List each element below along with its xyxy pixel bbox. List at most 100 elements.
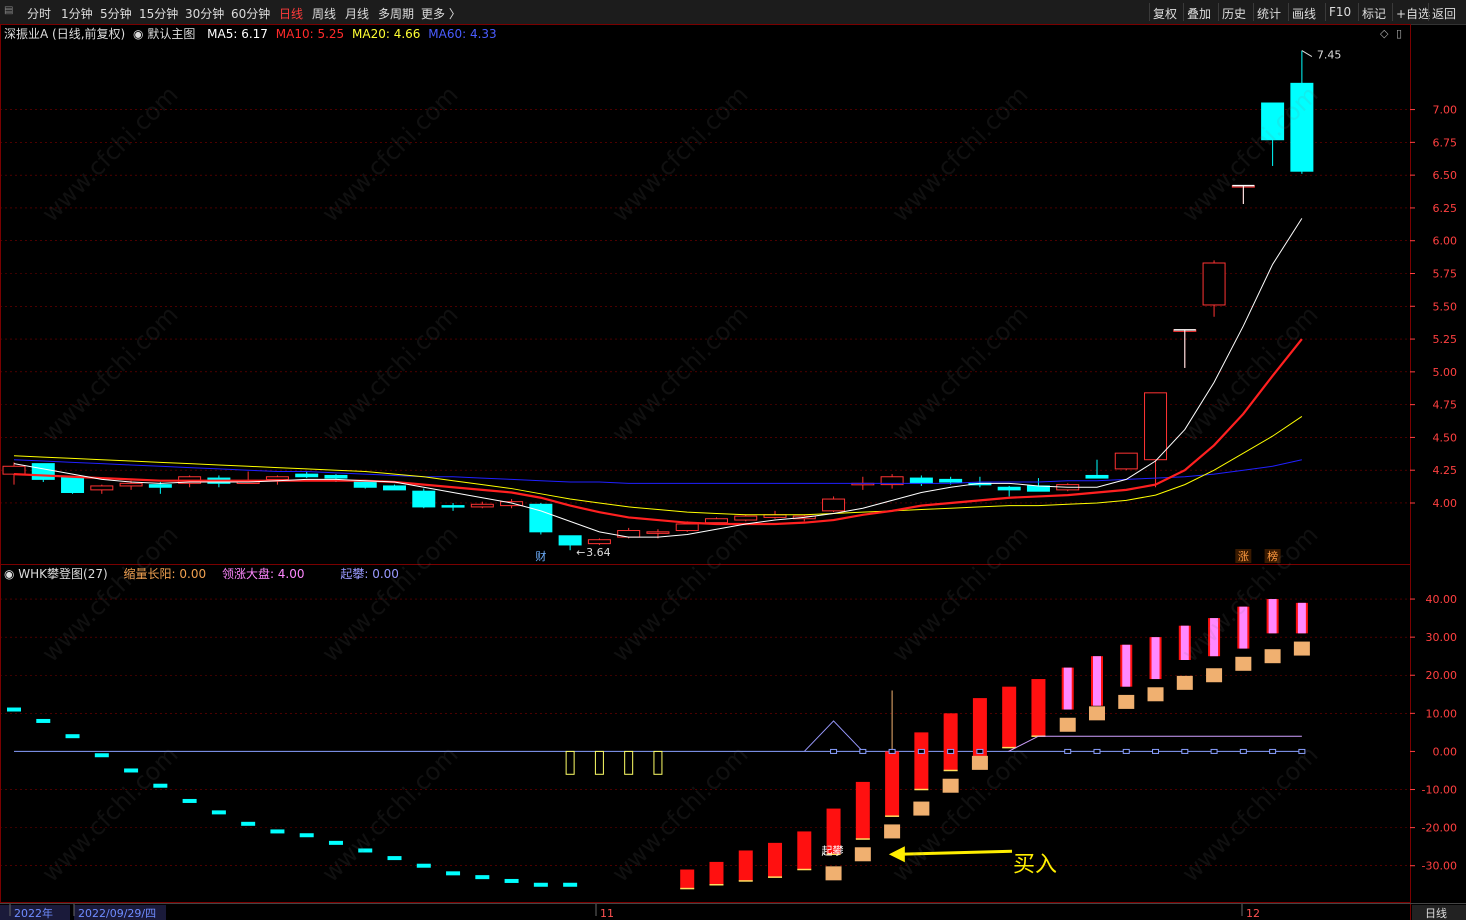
candle-body xyxy=(704,518,728,524)
price-tick-label: 5.25 xyxy=(1433,333,1458,346)
period-label: 日线 xyxy=(1425,906,1447,920)
orange-block xyxy=(1059,717,1076,732)
yellow-box xyxy=(624,750,634,775)
candle-body xyxy=(412,490,436,508)
price-tick-label: 6.50 xyxy=(1433,169,1458,182)
pink-bar xyxy=(1210,618,1219,657)
yellow-box xyxy=(594,750,604,775)
cyan-dash xyxy=(387,856,402,861)
zero-square xyxy=(917,748,925,754)
candle xyxy=(61,476,85,494)
zero-square xyxy=(947,748,955,754)
cyan-dash xyxy=(153,783,168,788)
yellow-box xyxy=(565,750,575,775)
red-bar xyxy=(1031,679,1046,737)
indicator-tick-label: 10.00 xyxy=(1426,707,1458,720)
low-label: 3.64 xyxy=(586,546,611,559)
pink-bar xyxy=(1297,602,1306,634)
candle-body xyxy=(31,463,55,480)
candle-body xyxy=(1144,392,1168,461)
candle xyxy=(441,502,465,511)
date-label: 2022年 xyxy=(14,906,53,920)
price-tick-label: 5.00 xyxy=(1433,366,1458,379)
cyan-dash xyxy=(65,734,80,739)
indicator-tick-label: -30.00 xyxy=(1422,860,1457,873)
candle-body xyxy=(324,474,348,479)
cyan-dash xyxy=(211,810,226,815)
orange-block xyxy=(1293,641,1310,656)
ma5-line xyxy=(13,218,1303,538)
pink-bar xyxy=(1063,667,1072,710)
pink-bar xyxy=(1180,625,1189,660)
candle xyxy=(1114,452,1138,471)
red-bar xyxy=(855,781,870,840)
orange-block xyxy=(1235,656,1252,671)
price-tick-label: 7.00 xyxy=(1433,104,1458,117)
qipan-label: 起攀 xyxy=(822,844,844,857)
cyan-dash xyxy=(475,875,490,880)
zero-square xyxy=(859,748,867,754)
candle-body xyxy=(148,484,172,488)
finance-marker: 财 xyxy=(535,549,546,563)
candle xyxy=(1085,459,1109,479)
orange-block xyxy=(1264,649,1281,664)
candle xyxy=(1202,260,1226,317)
diamond-icon: ◇ xyxy=(1380,27,1389,40)
candle xyxy=(997,485,1021,497)
candle xyxy=(31,463,55,483)
zero-square xyxy=(1152,748,1160,754)
yellow-box xyxy=(653,750,663,775)
red-bar xyxy=(768,842,783,878)
kline-chart[interactable]: 7.00 6.75 6.50 6.25 6.00 5.75 5.50 5.25 5.00 4.75… xyxy=(0,0,1466,920)
rank-badge-bang: 榜 xyxy=(1267,549,1278,563)
orange-block xyxy=(825,866,842,881)
candle-body xyxy=(1261,102,1285,141)
zero-square xyxy=(888,748,896,754)
date-label: 11 xyxy=(600,907,614,920)
candle-body xyxy=(119,482,143,487)
orange-block xyxy=(884,824,901,839)
candle xyxy=(909,475,933,486)
indicator-tick-label: 40.00 xyxy=(1426,593,1458,606)
orange-block xyxy=(913,801,930,816)
zero-square xyxy=(1269,748,1277,754)
candle-body xyxy=(265,476,289,480)
cyan-dash xyxy=(94,753,109,758)
buy-label: 买入 xyxy=(1013,853,1057,878)
candle-body xyxy=(675,523,699,532)
candle-body xyxy=(2,465,26,475)
zero-square xyxy=(1210,748,1218,754)
indicator-tick-label: 20.00 xyxy=(1426,669,1458,682)
red-bar xyxy=(680,869,695,889)
candle-body xyxy=(939,478,963,483)
candle-body xyxy=(1085,474,1109,479)
zero-square xyxy=(1093,748,1101,754)
orange-block xyxy=(942,778,959,793)
candle-body xyxy=(470,503,494,508)
price-tick-label: 6.25 xyxy=(1433,202,1458,215)
high-marker xyxy=(1301,50,1313,57)
indicator-tick-label: -10.00 xyxy=(1422,784,1457,797)
candle-body xyxy=(90,485,114,491)
orange-block xyxy=(1118,694,1135,709)
cyan-dash xyxy=(563,882,578,887)
price-tick-label: 5.75 xyxy=(1433,267,1458,280)
candle xyxy=(500,499,524,509)
pink-bar xyxy=(1092,656,1101,706)
red-bar xyxy=(885,751,900,817)
orange-block xyxy=(1176,675,1193,690)
red-bar xyxy=(914,732,929,790)
triangle-signal xyxy=(803,720,864,752)
candle-body xyxy=(1202,262,1226,306)
candle xyxy=(587,538,611,545)
price-tick-label: 4.75 xyxy=(1433,399,1458,412)
cyan-dash xyxy=(241,821,256,826)
zero-square xyxy=(1239,748,1247,754)
cyan-dash xyxy=(446,871,461,876)
red-bar xyxy=(797,831,812,870)
candle xyxy=(1290,50,1314,174)
cyan-dash xyxy=(504,878,519,883)
candle-body xyxy=(383,485,407,491)
candle xyxy=(822,496,846,513)
price-tick-label: 5.50 xyxy=(1433,300,1458,313)
